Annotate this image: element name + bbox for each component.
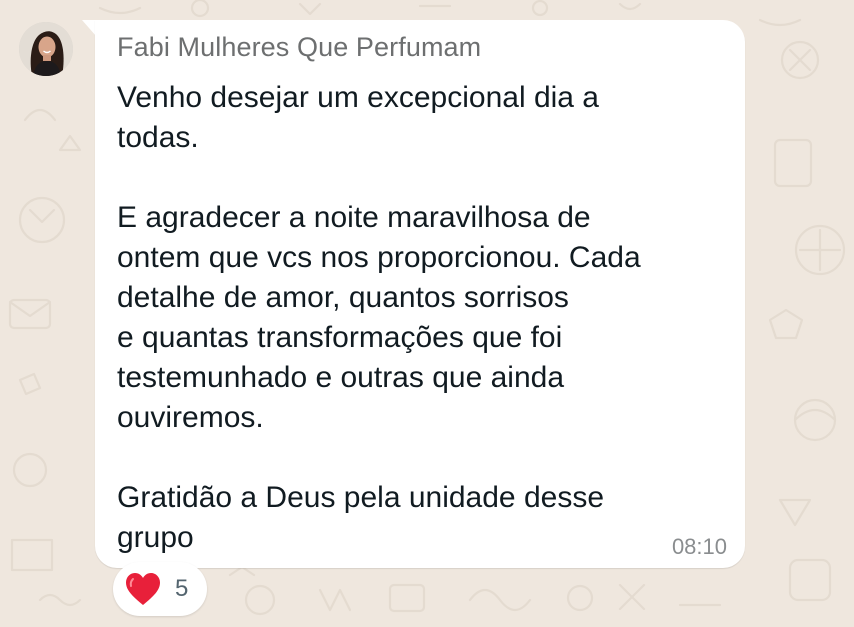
message-text: Venho desejar um excepcional dia a todas… xyxy=(117,78,727,558)
message-timestamp: 08:10 xyxy=(671,534,727,559)
message-paragraph: Gratidão a Deus pela unidade desse grupo xyxy=(117,478,727,558)
message-line: ontem que vcs nos proporcionou. Cada xyxy=(117,241,641,274)
reaction-count: 5 xyxy=(175,575,189,602)
message-line: e quantas transformações que foi xyxy=(117,321,563,354)
heart-icon xyxy=(126,573,160,605)
message-paragraph: E agradecer a noite maravilhosa de ontem… xyxy=(117,198,727,438)
message-line: todas. xyxy=(117,121,199,154)
message-line: Venho desejar um excepcional dia a xyxy=(117,81,599,114)
message-line: testemunhado e outras que ainda xyxy=(117,361,564,394)
sender-name[interactable]: Fabi Mulheres Que Perfumam xyxy=(117,32,481,63)
message-line: detalhe de amor, quantos sorrisos xyxy=(117,281,569,314)
reaction-pill[interactable]: 5 xyxy=(113,562,207,616)
bubble-tail xyxy=(82,20,96,36)
sender-avatar[interactable] xyxy=(19,22,73,76)
message-line: grupo xyxy=(117,521,194,554)
message-bubble[interactable]: Fabi Mulheres Que Perfumam Venho desejar… xyxy=(95,20,745,568)
message-paragraph: Venho desejar um excepcional dia a todas… xyxy=(117,78,727,158)
message-line: ouviremos. xyxy=(117,401,264,434)
message-line: E agradecer a noite maravilhosa de xyxy=(117,201,591,234)
message-line: Gratidão a Deus pela unidade desse xyxy=(117,481,605,514)
